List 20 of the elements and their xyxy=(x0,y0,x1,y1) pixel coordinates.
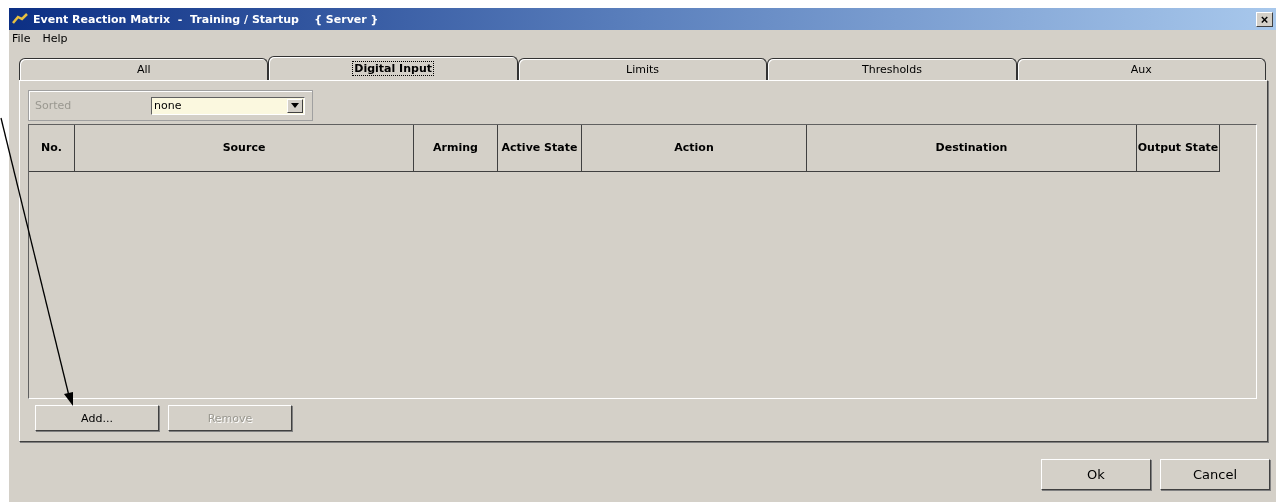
column-header[interactable]: Output State xyxy=(1137,125,1220,172)
tab[interactable]: Thresholds xyxy=(767,58,1017,80)
tab[interactable]: All xyxy=(19,58,269,80)
menu-item[interactable]: Help xyxy=(42,32,68,48)
column-header[interactable]: Destination xyxy=(807,125,1137,172)
dialog-button[interactable]: Ok xyxy=(1041,459,1151,490)
tab[interactable]: Aux xyxy=(1016,58,1267,80)
action-button[interactable]: Add... xyxy=(35,405,159,431)
tab[interactable]: Digital Input xyxy=(268,56,518,80)
column-header[interactable]: No. xyxy=(29,125,75,172)
column-header[interactable]: Source xyxy=(75,125,414,172)
sort-label: Sorted xyxy=(35,99,73,112)
close-button[interactable]: × xyxy=(1256,11,1273,27)
menu-item[interactable]: File xyxy=(12,32,31,48)
window-title: Event Reaction Matrix - Training / Startup { Server } xyxy=(33,12,379,26)
column-header[interactable]: Arming xyxy=(414,125,498,172)
column-header[interactable]: Action xyxy=(582,125,807,172)
column-header[interactable]: Active State xyxy=(498,125,582,172)
tab[interactable]: Limits xyxy=(517,58,768,80)
dialog-button[interactable]: Cancel xyxy=(1160,459,1270,490)
